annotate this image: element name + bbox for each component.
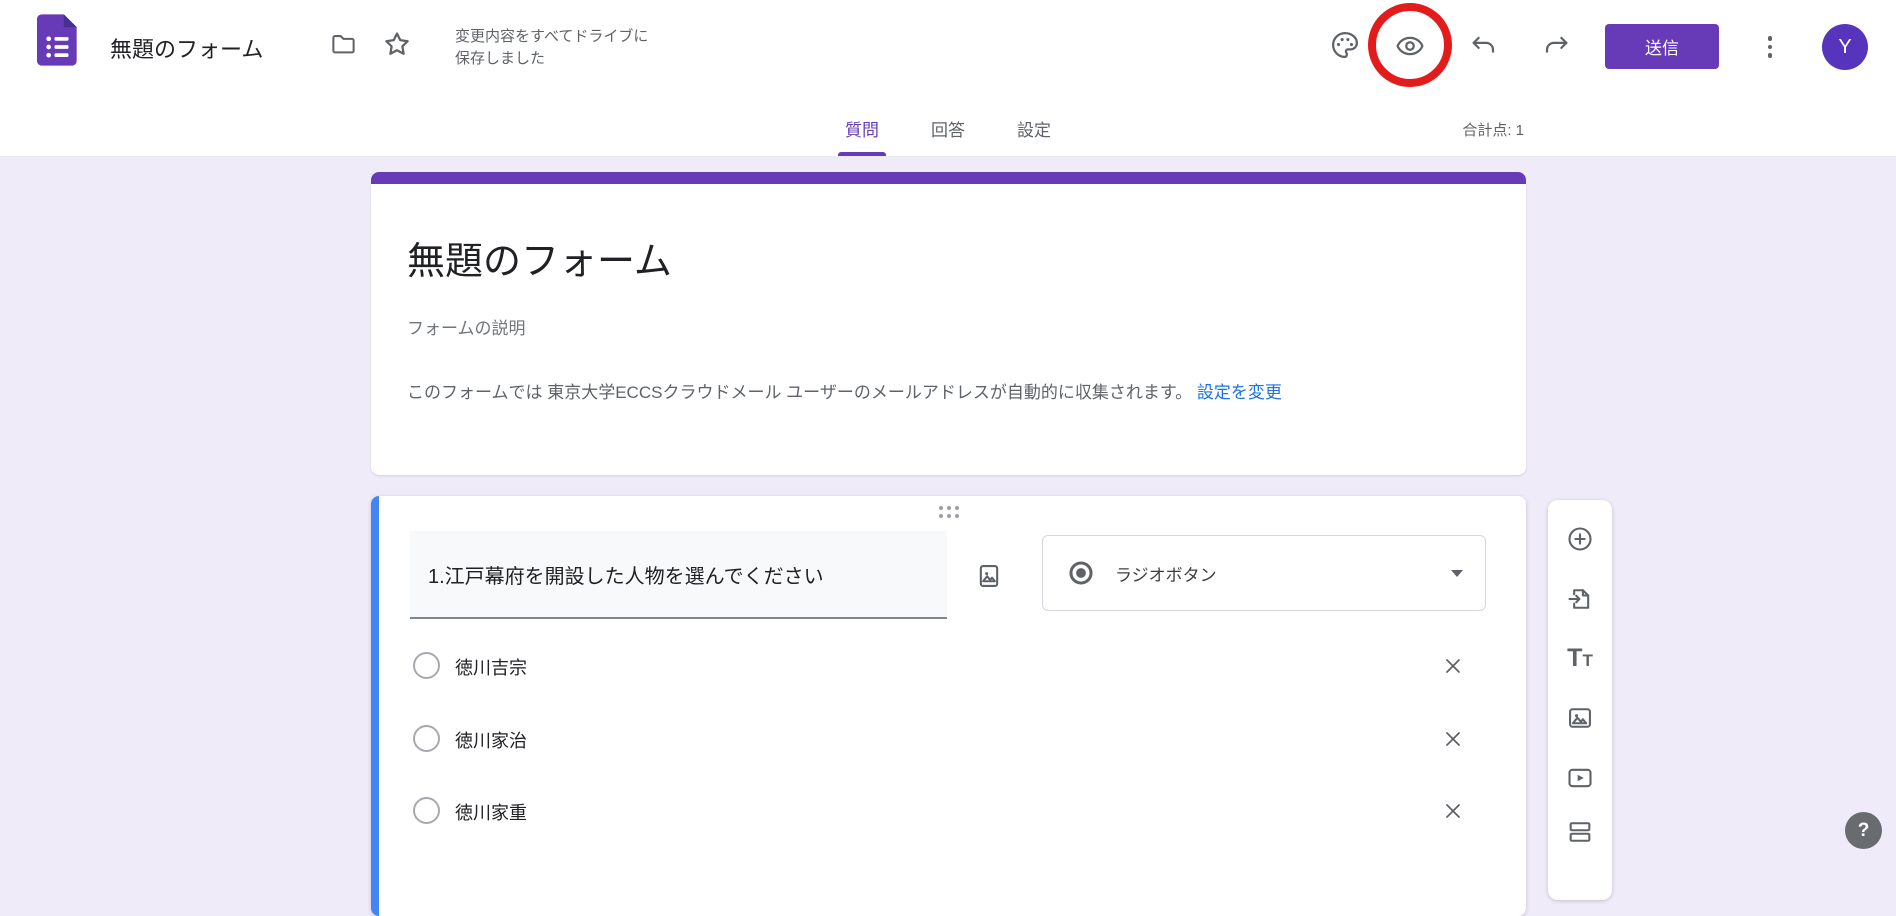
app-header: 無題のフォーム 変更内容をすべてドライブに保存しました 送信 Y [0,0,1896,100]
form-title-field[interactable]: 無題のフォーム [407,230,672,285]
option-row: 徳川家重 [371,783,1526,839]
option-label-input[interactable]: 徳川吉宗 [455,654,527,680]
email-notice-text: このフォームでは 東京大学ECCSクラウドメール ユーザーのメールアドレスが自動… [407,383,1197,402]
document-title[interactable]: 無題のフォーム [110,32,263,64]
option-radio-icon [413,797,440,824]
active-tab-underline [838,152,886,156]
help-icon[interactable]: ? [1845,812,1882,849]
tab-settings-label: 設定 [1017,116,1051,141]
add-title-text-icon[interactable]: TT [1566,644,1594,672]
tab-bar: 質問 回答 設定 合計点: 1 [0,100,1896,157]
option-row: 徳川吉宗 [371,638,1526,694]
dropdown-caret-icon [1451,570,1463,577]
import-questions-icon[interactable] [1566,585,1594,613]
drag-handle-icon[interactable] [939,506,959,518]
preview-eye-icon[interactable] [1395,31,1425,61]
total-points-label: 合計点: 1 [1462,119,1524,140]
add-image-icon[interactable] [1566,704,1594,732]
change-settings-link[interactable]: 設定を変更 [1197,383,1282,402]
side-toolbar: TT [1548,500,1612,900]
tab-questions[interactable]: 質問 [841,100,883,156]
add-section-icon[interactable] [1566,818,1594,846]
remove-option-icon[interactable] [1437,650,1469,682]
remove-option-icon[interactable] [1437,723,1469,755]
undo-icon[interactable] [1468,31,1498,61]
selected-question-indicator [371,496,379,916]
form-theme-color-bar [371,172,1526,184]
tab-questions-label: 質問 [845,116,879,141]
tab-responses[interactable]: 回答 [927,100,969,156]
option-row: 徳川家治 [371,711,1526,767]
remove-option-icon[interactable] [1437,795,1469,827]
account-avatar[interactable]: Y [1822,24,1868,70]
question-card: 1.江戸幕府を開設した人物を選んでください ラジオボタン 徳川吉宗 徳川家治 徳… [371,496,1526,916]
theme-palette-icon[interactable] [1330,30,1360,60]
option-radio-icon [413,725,440,752]
more-options-icon[interactable] [1762,30,1778,64]
form-title-card: 無題のフォーム フォームの説明 このフォームでは 東京大学ECCSクラウドメール… [371,172,1526,475]
redo-icon[interactable] [1542,31,1572,61]
option-label-input[interactable]: 徳川家治 [455,727,527,753]
radio-button-type-icon [1067,559,1095,587]
star-icon[interactable] [382,29,412,59]
option-radio-icon [413,652,440,679]
question-type-dropdown[interactable]: ラジオボタン [1042,535,1486,611]
send-button[interactable]: 送信 [1605,24,1719,69]
email-collection-notice: このフォームでは 東京大学ECCSクラウドメール ユーザーのメールアドレスが自動… [407,378,1452,407]
form-description-field[interactable]: フォームの説明 [407,314,526,339]
add-video-icon[interactable] [1566,764,1594,792]
option-label-input[interactable]: 徳川家重 [455,799,527,825]
move-to-folder-icon[interactable] [330,31,357,58]
question-type-value: ラジオボタン [1115,561,1217,586]
add-image-to-question-icon[interactable] [969,556,1009,596]
tab-responses-label: 回答 [931,116,965,141]
tab-settings[interactable]: 設定 [1013,100,1055,156]
add-question-icon[interactable] [1566,525,1594,553]
question-text-input[interactable]: 1.江戸幕府を開設した人物を選んでください [410,531,947,619]
google-forms-logo-icon[interactable] [30,12,86,68]
save-status-text[interactable]: 変更内容をすべてドライブに保存しました [455,26,661,70]
